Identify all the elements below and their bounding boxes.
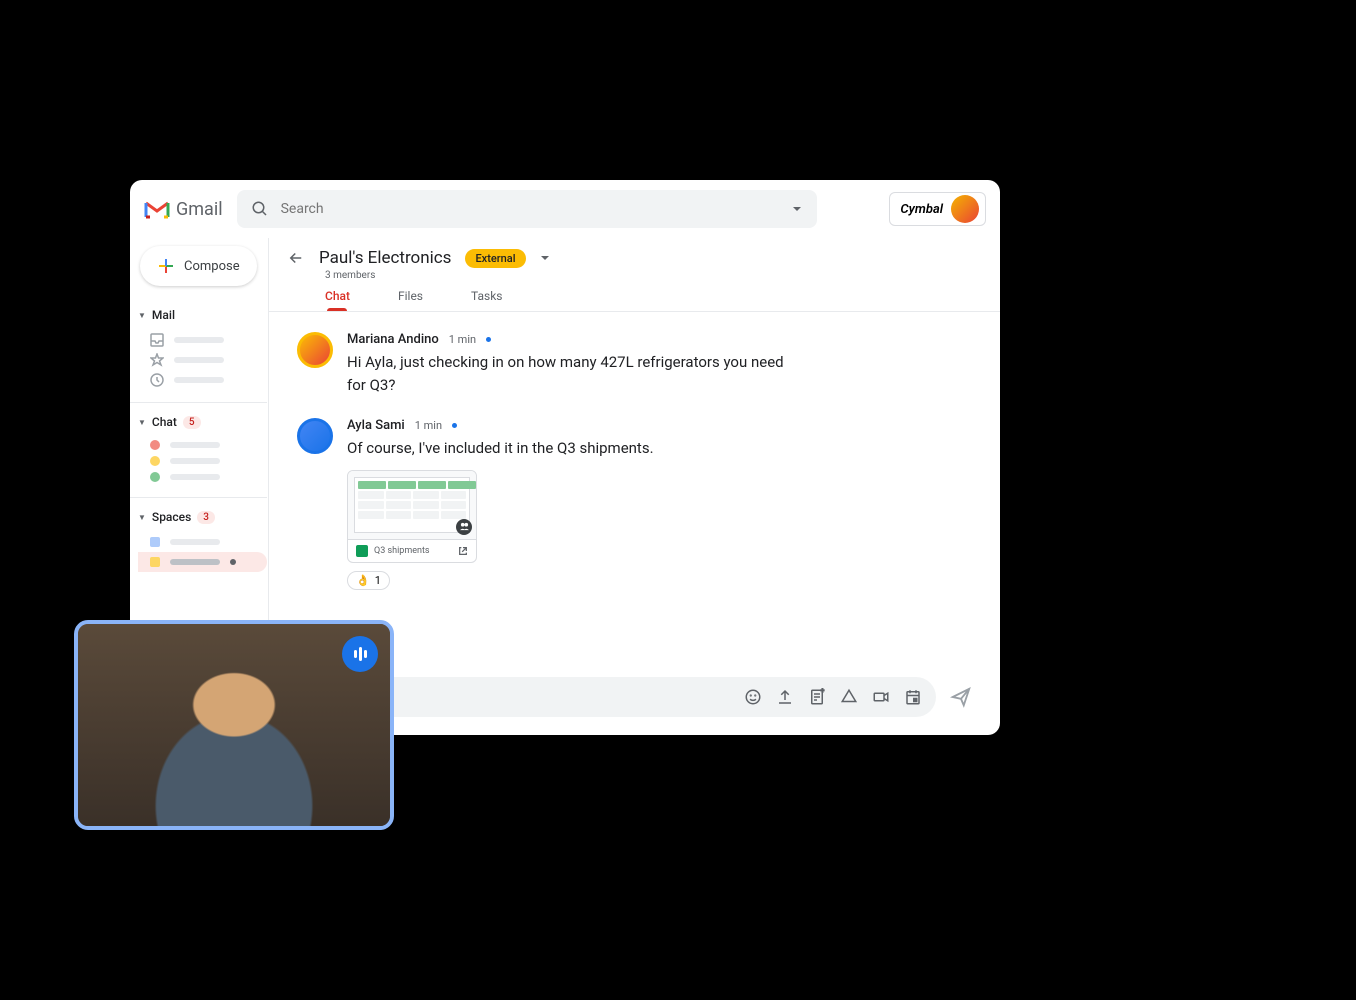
caret-down-icon: ▼ [138,311,146,320]
placeholder-bar [170,474,220,480]
app-header: Gmail Cymbal [130,180,1000,238]
collaborators-icon [456,519,472,535]
brand-name: Cymbal [900,202,943,217]
svg-text:+: + [821,688,825,695]
document-icon[interactable]: + [808,688,826,706]
attachment-preview [348,471,476,539]
chat-title: Paul's Electronics [319,248,451,268]
chat-tabs: Chat Files Tasks [325,289,982,311]
message-author: Ayla Sami [347,418,405,433]
inbox-icon [150,333,164,347]
spaces-label: Spaces [152,510,191,524]
sidebar-section-chat: ▼ Chat 5 [130,409,267,491]
mail-label: Mail [152,308,175,322]
placeholder-bar [174,357,224,363]
mail-item-inbox[interactable] [138,330,259,350]
compose-label: Compose [184,259,240,274]
message: Ayla Sami 1 min Of course, I've included… [297,418,972,590]
caret-down-icon: ▼ [138,513,146,522]
clock-icon [150,373,164,387]
chat-label: Chat [152,415,177,429]
mail-section-header[interactable]: ▼ Mail [130,304,267,326]
chat-item[interactable] [138,469,259,485]
space-icon [150,557,160,567]
unread-dot-icon [230,559,236,565]
drive-icon[interactable] [840,688,858,706]
chat-header: Paul's Electronics External 3 members Ch… [269,238,1000,312]
caret-down-icon: ▼ [138,418,146,427]
placeholder-bar [170,559,220,565]
reaction-emoji: 👌 [356,574,370,587]
presence-dot-icon [452,423,457,428]
tab-chat[interactable]: Chat [325,289,350,311]
space-item-active[interactable] [138,552,267,572]
calendar-icon[interactable] [904,688,922,706]
chat-item[interactable] [138,453,259,469]
product-name: Gmail [176,199,223,220]
back-button[interactable] [287,249,305,267]
message: Mariana Andino 1 min Hi Ayla, just check… [297,332,972,396]
external-badge: External [465,249,525,268]
messages-list: Mariana Andino 1 min Hi Ayla, just check… [269,312,1000,665]
status-dot-icon [150,472,160,482]
emoji-icon[interactable] [744,688,762,706]
audio-active-icon [342,636,378,672]
status-dot-icon [150,456,160,466]
sheets-icon [356,545,368,557]
logo-area[interactable]: Gmail [144,199,223,220]
sidebar-section-mail: ▼ Mail [130,302,267,396]
search-bar[interactable] [237,190,817,228]
plus-icon [158,258,174,274]
chat-item[interactable] [138,437,259,453]
avatar[interactable] [297,332,333,368]
placeholder-bar [170,458,220,464]
presence-dot-icon [486,337,491,342]
placeholder-bar [170,442,220,448]
placeholder-bar [174,337,224,343]
attachment-card[interactable]: Q3 shipments [347,470,477,563]
open-external-icon[interactable] [458,546,468,556]
message-time: 1 min [415,419,442,432]
reaction-chip[interactable]: 👌 1 [347,571,390,590]
tab-files[interactable]: Files [398,289,423,311]
space-item[interactable] [138,532,267,552]
divider [130,497,267,498]
message-time: 1 min [449,333,476,346]
mail-item-snoozed[interactable] [138,370,259,390]
gmail-logo-icon [144,199,170,219]
divider [130,402,267,403]
search-input[interactable] [281,201,779,217]
account-chip[interactable]: Cymbal [889,192,986,226]
chat-badge: 5 [183,416,201,429]
video-icon[interactable] [872,688,890,706]
message-body: Of course, I've included it in the Q3 sh… [347,437,787,460]
mail-item-starred[interactable] [138,350,259,370]
search-icon [251,200,269,218]
members-count[interactable]: 3 members [325,270,982,281]
send-button[interactable] [950,686,972,708]
video-call-tile[interactable] [74,620,394,830]
placeholder-bar [174,377,224,383]
star-icon [150,353,164,367]
account-avatar [951,195,979,223]
chat-section-header[interactable]: ▼ Chat 5 [130,411,267,433]
avatar[interactable] [297,418,333,454]
sidebar-section-spaces: ▼ Spaces 3 [130,504,267,578]
compose-button[interactable]: Compose [140,246,257,286]
spaces-badge: 3 [197,511,215,524]
tab-tasks[interactable]: Tasks [471,289,503,311]
spaces-section-header[interactable]: ▼ Spaces 3 [130,506,267,528]
upload-icon[interactable] [776,688,794,706]
reaction-count: 1 [375,574,381,587]
chat-menu-button[interactable] [540,253,550,263]
message-author: Mariana Andino [347,332,439,347]
search-options-icon[interactable] [791,203,803,215]
message-body: Hi Ayla, just checking in on how many 42… [347,351,787,396]
placeholder-bar [170,539,220,545]
space-icon [150,537,160,547]
status-dot-icon [150,440,160,450]
attachment-name: Q3 shipments [374,546,452,556]
